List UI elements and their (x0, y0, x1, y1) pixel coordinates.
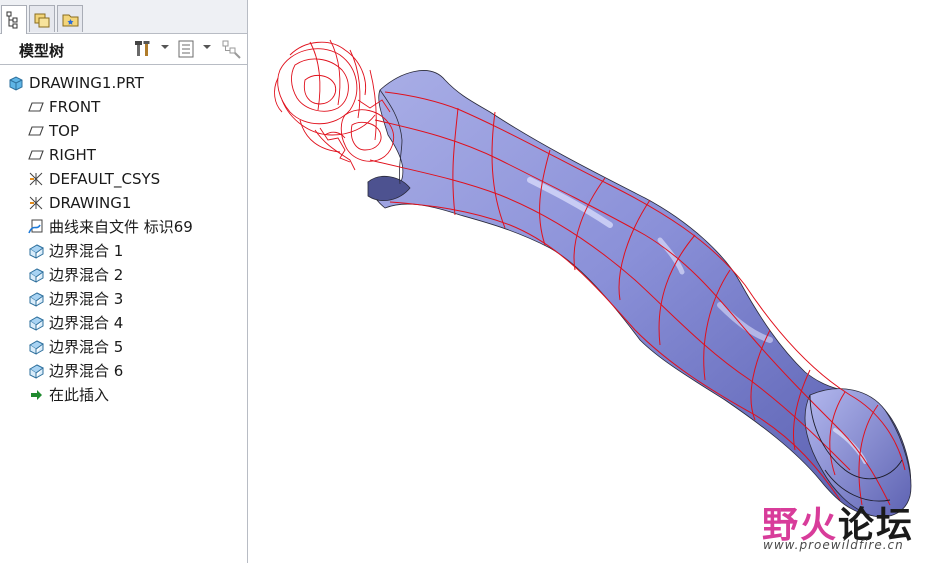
tab-favorites[interactable] (57, 5, 83, 32)
tree-item-label: 边界混合 2 (49, 266, 124, 284)
tree-item-label: DRAWING1 (49, 194, 132, 212)
insert-here-arrow-icon (28, 387, 44, 403)
tab-folder-browser[interactable] (29, 5, 55, 32)
filter-tree-icon[interactable] (222, 39, 242, 63)
boundary-blend-icon (28, 267, 44, 283)
favorites-folder-icon (62, 14, 79, 27)
tree-item-label: DEFAULT_CSYS (49, 170, 161, 188)
tree-item-label: 边界混合 4 (49, 314, 124, 332)
tree-item-label: 边界混合 6 (49, 362, 124, 380)
datum-plane-icon (28, 99, 44, 115)
boundary-blend-icon (28, 339, 44, 355)
datum-plane-icon (28, 147, 44, 163)
show-list-icon[interactable] (178, 39, 196, 63)
tree-item-label: DRAWING1.PRT (29, 74, 144, 92)
tree-item-label: RIGHT (49, 146, 96, 164)
model-tree-icon (6, 11, 18, 29)
tree-item-label: 边界混合 5 (49, 338, 124, 356)
model-tree-header: 模型树 (0, 34, 247, 65)
model-tree-title: 模型树 (19, 42, 65, 60)
model-tree-panel: 模型树 DRAWING1.PRT FRONT TOP RIGHT DEFAULT… (0, 0, 248, 563)
tree-item-label: TOP (49, 122, 80, 140)
tree-item-label: 曲线来自文件 标识69 (49, 218, 193, 236)
watermark-url: www.proewildfire.cn (763, 538, 904, 552)
tree-item-label: 在此插入 (49, 386, 110, 404)
navigator-tab-strip (0, 0, 247, 34)
tree-item-label: FRONT (49, 98, 101, 116)
boundary-blend-icon (28, 291, 44, 307)
folder-browser-icon (34, 13, 50, 28)
settings-dropdown-arrow-icon[interactable] (161, 45, 169, 49)
boundary-blend-icon (28, 363, 44, 379)
tab-model-tree[interactable] (1, 5, 27, 34)
boundary-blend-icon (28, 315, 44, 331)
csys-icon (28, 195, 44, 211)
settings-tools-icon[interactable] (134, 39, 154, 63)
boundary-blend-icon (28, 243, 44, 259)
graphics-viewport[interactable] (250, 0, 946, 563)
part-icon (8, 75, 24, 91)
datum-plane-icon (28, 123, 44, 139)
tree-item-label: 边界混合 3 (49, 290, 124, 308)
tree-item-label: 边界混合 1 (49, 242, 124, 260)
csys-icon (28, 171, 44, 187)
curve-from-file-icon (28, 219, 44, 235)
forum-watermark: 野火论坛 www.proewildfire.cn (762, 496, 942, 556)
surface-model-render (274, 39, 912, 518)
show-dropdown-arrow-icon[interactable] (203, 45, 211, 49)
